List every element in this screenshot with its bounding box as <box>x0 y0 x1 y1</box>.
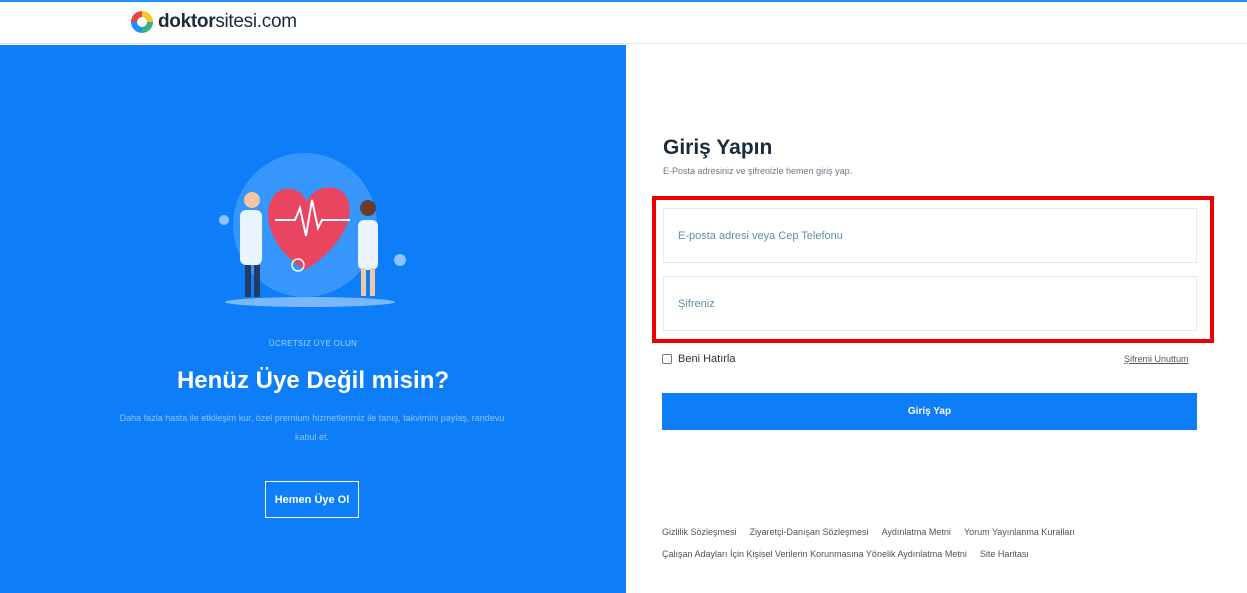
footer-link-privacy[interactable]: Gizlilik Sözleşmesi <box>662 527 737 537</box>
footer-links-row-2: Çalışan Adayları İçin Kişisel Verilerin … <box>662 549 1042 559</box>
signup-heading: Henüz Üye Değil misin? <box>176 367 450 394</box>
logo-asterisk-icon <box>131 11 153 33</box>
logo-text: doktorsitesi.com <box>158 11 297 32</box>
signup-description: Daha fazla hasta ile etkileşim kur, özel… <box>119 413 505 442</box>
footer-link-disclosure[interactable]: Aydınlatma Metni <box>882 527 951 537</box>
footer-links-row-1: Gizlilik Sözleşmesi Ziyaretçi-Danışan Sö… <box>662 527 1088 537</box>
site-logo[interactable]: doktorsitesi.com <box>131 11 297 33</box>
signup-promo-panel: ÜCRETSIZ ÜYE OLUN Henüz Üye Değil misin?… <box>0 45 626 593</box>
footer-link-visitor-agreement[interactable]: Ziyaretçi-Danışan Sözleşmesi <box>750 527 869 537</box>
footer-link-sitemap[interactable]: Site Haritası <box>980 549 1029 559</box>
join-now-button[interactable]: Hemen Üye Ol <box>265 481 359 518</box>
forgot-password-link[interactable]: Şifremi Unuttum <box>1124 354 1189 364</box>
site-header: doktorsitesi.com <box>0 2 1247 44</box>
login-title: Giriş Yapın <box>663 136 773 159</box>
login-subtitle: E-Posta adresiniz ve şifrenizle hemen gi… <box>663 166 853 176</box>
checkbox-icon[interactable] <box>662 354 672 364</box>
remember-me-label: Beni Hatırla <box>678 353 736 365</box>
signup-tagline: ÜCRETSIZ ÜYE OLUN <box>268 339 358 348</box>
email-or-phone-input[interactable] <box>663 208 1197 263</box>
password-input[interactable] <box>663 276 1197 331</box>
login-submit-button[interactable]: Giriş Yap <box>662 393 1197 430</box>
remember-me-checkbox[interactable]: Beni Hatırla <box>662 353 735 365</box>
footer-link-comment-rules[interactable]: Yorum Yayınlanma Kuralları <box>964 527 1075 537</box>
doctors-heart-illustration <box>219 153 406 307</box>
footer-link-candidate-disclosure[interactable]: Çalışan Adayları İçin Kişisel Verilerin … <box>662 549 967 559</box>
